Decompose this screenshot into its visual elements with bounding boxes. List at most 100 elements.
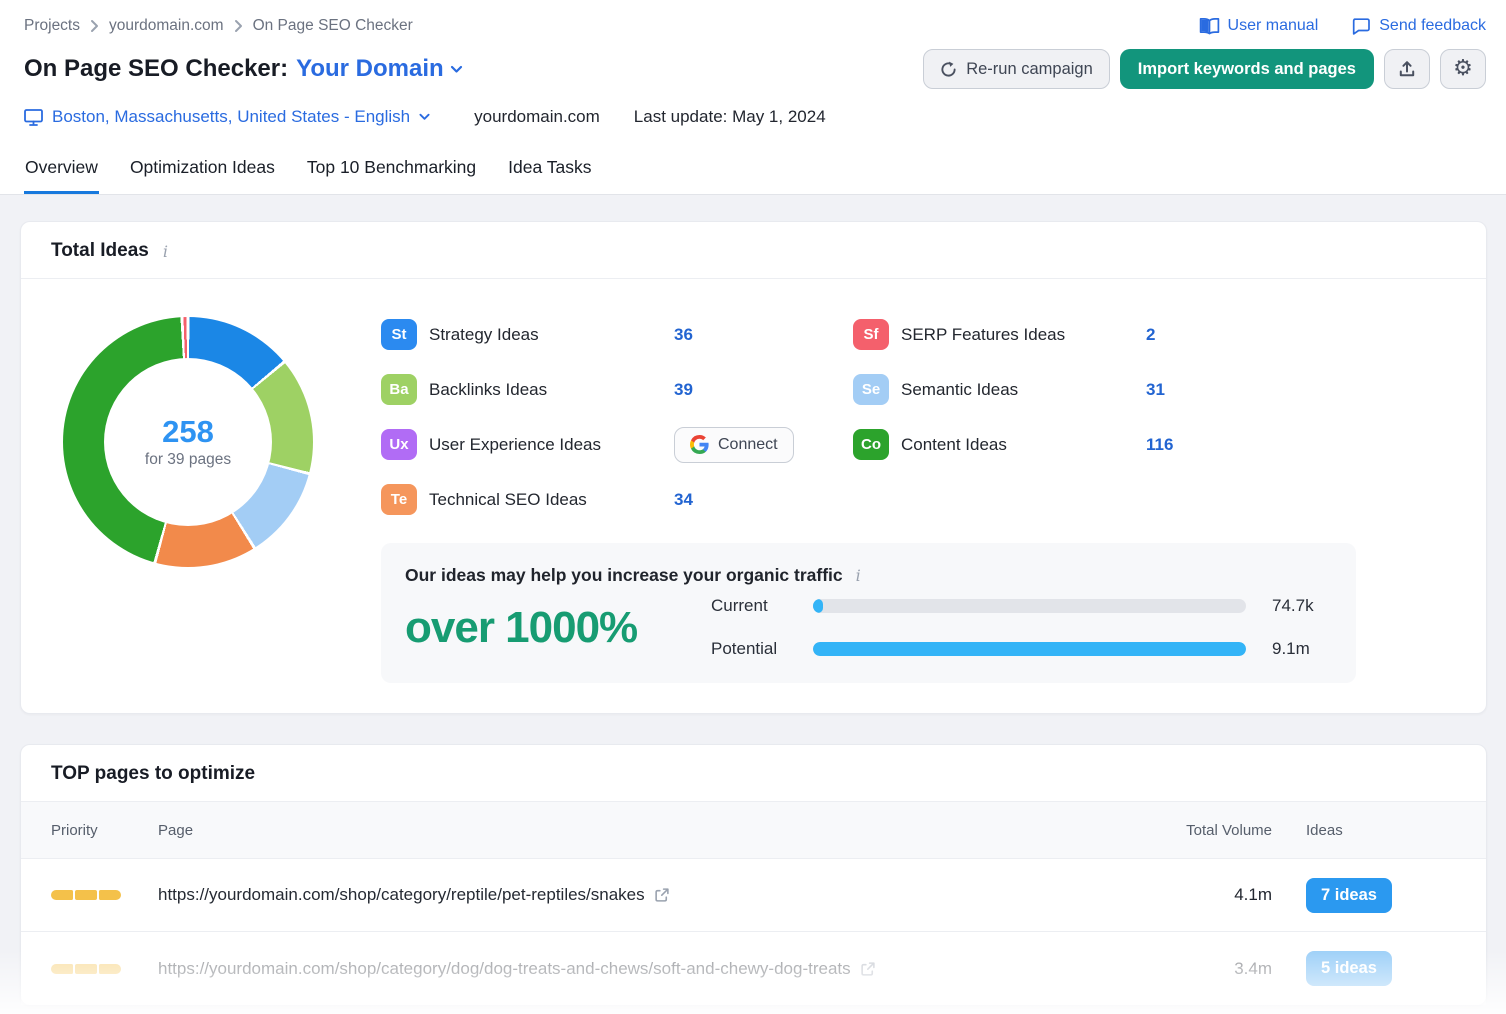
external-link-icon[interactable] <box>654 887 670 903</box>
se-badge: Se <box>853 374 889 405</box>
column-header-total-volume: Total Volume <box>1142 822 1272 839</box>
legend-count-link[interactable]: 116 <box>1146 435 1173 455</box>
traffic-panel-title: Our ideas may help you increase your org… <box>405 565 843 586</box>
user-manual-label: User manual <box>1228 17 1319 35</box>
ideas-button[interactable]: 5 ideas <box>1306 951 1392 986</box>
page-content: Total Ideas i 258 for 39 pages StStrateg… <box>0 195 1506 1006</box>
upload-icon <box>1398 60 1416 78</box>
page-title: On Page SEO Checker: Your Domain <box>24 55 463 83</box>
table-row: https://yourdomain.com/shop/category/dog… <box>21 932 1486 1005</box>
column-header-page: Page <box>158 822 1142 839</box>
google-connect-button[interactable]: Connect <box>674 427 794 463</box>
traffic-bar-track <box>813 642 1246 656</box>
column-header-priority: Priority <box>51 822 158 839</box>
legend-item: SfSERP Features Ideas2 <box>853 307 1356 362</box>
priority-bar-segment <box>75 890 97 900</box>
priority-bar-segment <box>99 890 121 900</box>
table-header: Priority Page Total Volume Ideas <box>21 802 1486 859</box>
tab-idea-tasks[interactable]: Idea Tasks <box>507 147 592 194</box>
tab-bar: Overview Optimization Ideas Top 10 Benchma… <box>0 147 1506 195</box>
page-url-cell: https://yourdomain.com/shop/category/dog… <box>158 959 1142 979</box>
info-icon[interactable]: i <box>160 242 171 261</box>
info-icon[interactable]: i <box>853 566 864 585</box>
import-keywords-button[interactable]: Import keywords and pages <box>1120 49 1374 89</box>
legend-left-column: StStrategy Ideas36BaBacklinks Ideas39UxU… <box>381 307 853 527</box>
breadcrumb-projects[interactable]: Projects <box>24 17 80 35</box>
settings-button[interactable]: ⚙ <box>1440 49 1486 89</box>
ideas-cell: 7 ideas <box>1272 878 1456 913</box>
legend-count-link[interactable]: 36 <box>674 325 693 345</box>
traffic-bar-potential: Potential 9.1m <box>711 639 1332 659</box>
tab-overview[interactable]: Overview <box>24 147 99 194</box>
traffic-bar-value: 74.7k <box>1272 596 1314 616</box>
page-url-cell: https://yourdomain.com/shop/category/rep… <box>158 885 1142 905</box>
legend-label: User Experience Ideas <box>429 435 674 455</box>
rerun-campaign-button[interactable]: Re-run campaign <box>923 49 1110 89</box>
top-header: Projects yourdomain.com On Page SEO Chec… <box>0 0 1506 147</box>
priority-indicator <box>51 964 158 974</box>
external-link-icon[interactable] <box>860 961 876 977</box>
traffic-bar-fill <box>813 599 823 613</box>
legend-label: Strategy Ideas <box>429 325 674 345</box>
last-update: Last update: May 1, 2024 <box>634 107 826 127</box>
legend-item: BaBacklinks Ideas39 <box>381 362 853 417</box>
top-pages-title: TOP pages to optimize <box>51 763 255 785</box>
export-button[interactable] <box>1384 49 1430 89</box>
legend-count-link[interactable]: 34 <box>674 490 693 510</box>
ideas-donut-chart: 258 for 39 pages <box>63 317 313 567</box>
page-url-text[interactable]: https://yourdomain.com/shop/category/rep… <box>158 885 645 905</box>
gear-icon: ⚙ <box>1453 58 1473 80</box>
legend-count-link[interactable]: 31 <box>1146 380 1165 400</box>
legend-item: Co Content Ideas116 <box>853 417 1356 472</box>
legend-label: Technical SEO Ideas <box>429 490 674 510</box>
location-selector[interactable]: Boston, Massachusetts, United States - E… <box>24 107 430 127</box>
traffic-bar-current: Current74.7k <box>711 596 1332 616</box>
table-row: https://yourdomain.com/shop/category/rep… <box>21 859 1486 932</box>
traffic-bar-label: Potential <box>711 639 813 659</box>
priority-bar-segment <box>51 890 73 900</box>
legend-label: Content Ideas <box>901 435 1146 455</box>
te-badge: Te <box>381 484 417 515</box>
breadcrumb-domain[interactable]: yourdomain.com <box>109 17 224 35</box>
priority-bar-segment <box>99 964 121 974</box>
chevron-down-icon <box>419 113 430 121</box>
legend-label: Semantic Ideas <box>901 380 1146 400</box>
location-label: Boston, Massachusetts, United States - E… <box>52 107 410 127</box>
page-title-prefix: On Page SEO Checker: <box>24 55 288 83</box>
traffic-bar-fill <box>813 642 1246 656</box>
legend-count-link[interactable]: 39 <box>674 380 693 400</box>
legend-item: Te Technical SEO Ideas34 <box>381 472 853 527</box>
domain-selector[interactable]: Your Domain <box>296 55 463 83</box>
st-badge: St <box>381 319 417 350</box>
traffic-bar-value: 9.1m <box>1272 639 1310 659</box>
donut-total-value: 258 <box>162 415 214 449</box>
chevron-right-icon <box>90 19 99 33</box>
send-feedback-link[interactable]: Send feedback <box>1352 17 1486 35</box>
connect-label: Connect <box>718 436 778 454</box>
ux-badge: Ux <box>381 429 417 460</box>
ideas-button[interactable]: 7 ideas <box>1306 878 1392 913</box>
traffic-increase-highlight: over 1000% <box>405 603 711 653</box>
send-feedback-label: Send feedback <box>1379 17 1486 35</box>
donut-subtitle: for 39 pages <box>145 451 231 469</box>
campaign-domain: yourdomain.com <box>474 107 600 127</box>
legend-item: Ux User Experience Ideas Connect <box>381 417 853 472</box>
ba-badge: Ba <box>381 374 417 405</box>
priority-bar-segment <box>51 964 73 974</box>
priority-indicator <box>51 890 158 900</box>
table-body: https://yourdomain.com/shop/category/rep… <box>21 859 1486 1005</box>
page-url-text[interactable]: https://yourdomain.com/shop/category/dog… <box>158 959 851 979</box>
tab-top-10-benchmarking[interactable]: Top 10 Benchmarking <box>306 147 477 194</box>
monitor-icon <box>24 109 43 126</box>
legend-label: SERP Features Ideas <box>901 325 1146 345</box>
legend-count-link[interactable]: 2 <box>1146 325 1155 345</box>
tab-optimization-ideas[interactable]: Optimization Ideas <box>129 147 276 194</box>
speech-bubble-icon <box>1352 18 1371 35</box>
co-badge: Co <box>853 429 889 460</box>
column-header-ideas: Ideas <box>1272 822 1456 839</box>
breadcrumb-current-page: On Page SEO Checker <box>253 17 413 35</box>
user-manual-link[interactable]: User manual <box>1199 17 1319 35</box>
breadcrumb: Projects yourdomain.com On Page SEO Chec… <box>24 17 413 35</box>
legend-item: Se Semantic Ideas31 <box>853 362 1356 417</box>
legend-right-column: SfSERP Features Ideas2 Se Semantic Ideas31… <box>853 307 1356 527</box>
